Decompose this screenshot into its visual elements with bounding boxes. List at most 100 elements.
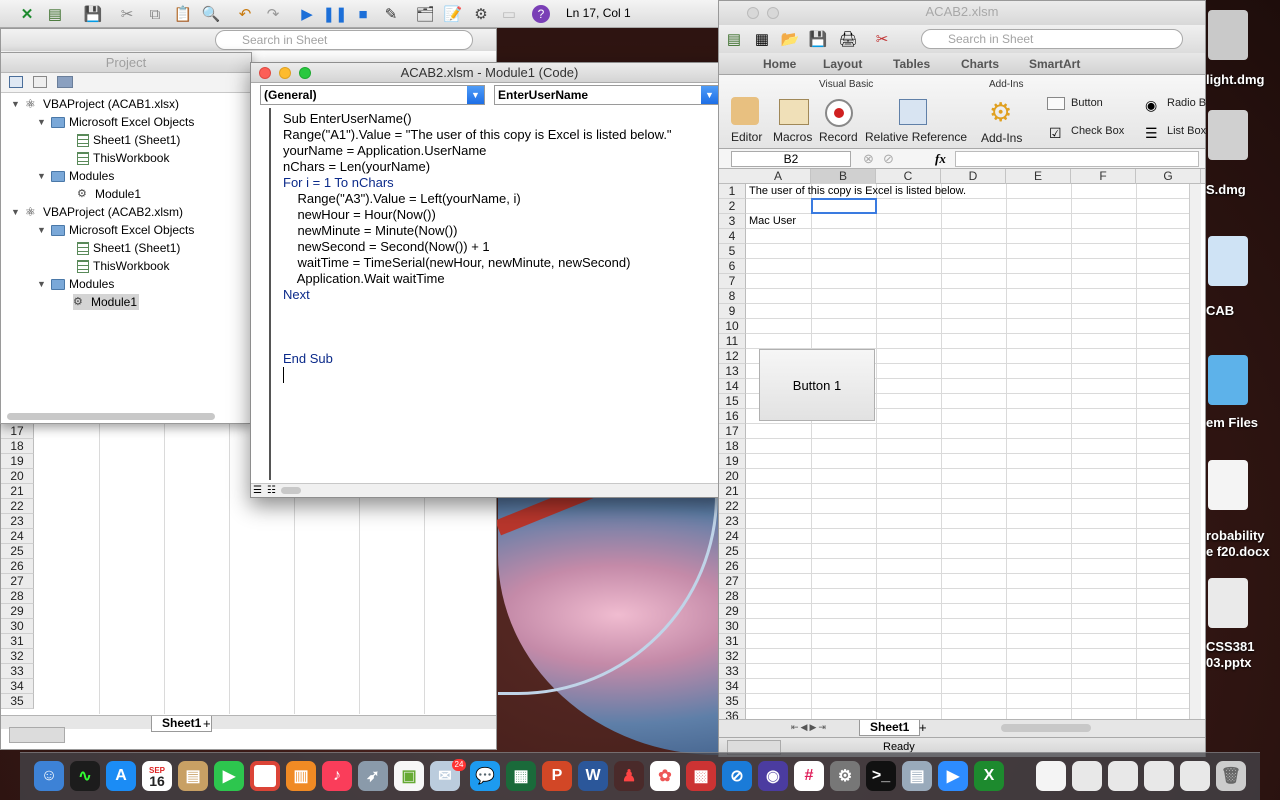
row-header[interactable]: 18	[719, 439, 746, 454]
row-header[interactable]: 35	[1, 694, 34, 709]
tree-folder-objects[interactable]: ▼ Microsoft Excel Objects	[37, 222, 194, 238]
document-stack-icon[interactable]	[1180, 761, 1210, 791]
code-line[interactable]: For i = 1 To nChars	[283, 175, 394, 190]
cell-a1[interactable]: The user of this copy is Excel is listed…	[749, 185, 966, 197]
properties-icon[interactable]: 📝	[442, 3, 464, 25]
column-header[interactable]: A	[746, 169, 811, 184]
facetime-icon[interactable]: ▶	[214, 761, 244, 791]
addins-gear-icon[interactable]: ⚙	[989, 97, 1017, 127]
addins-button[interactable]: Add-Ins	[981, 131, 1022, 145]
object-browser-icon[interactable]: ⚙	[470, 3, 492, 25]
add-sheet-button[interactable]: +	[203, 716, 211, 731]
row-header[interactable]: 33	[1, 664, 34, 679]
desktop-label[interactable]: e f20.docx	[1206, 544, 1270, 559]
help-icon[interactable]: ?	[532, 5, 550, 23]
paste-icon[interactable]: 📋	[172, 3, 194, 25]
tree-thisworkbook[interactable]: ThisWorkbook	[77, 258, 169, 274]
redo-icon[interactable]: ↷	[262, 3, 284, 25]
document-stack-icon[interactable]	[1072, 761, 1102, 791]
row-header[interactable]: 7	[719, 274, 746, 289]
activity-monitor-icon[interactable]: ∿	[70, 761, 100, 791]
excel-icon[interactable]: ✕	[16, 3, 38, 25]
row-header[interactable]: 22	[719, 499, 746, 514]
photo-booth-icon[interactable]: ▩	[686, 761, 716, 791]
insert-module-icon[interactable]: ▤	[44, 3, 66, 25]
code-line[interactable]: Sub EnterUserName()	[283, 111, 412, 126]
row-header[interactable]: 24	[719, 529, 746, 544]
horizontal-scrollbar[interactable]	[1001, 724, 1091, 732]
column-header[interactable]: B	[811, 169, 876, 184]
calendar-icon[interactable]: SEP 16	[142, 761, 172, 791]
row-header[interactable]: 26	[1, 559, 34, 574]
zoom-window-button[interactable]	[747, 7, 759, 19]
word-icon[interactable]: W	[578, 761, 608, 791]
view-toggle[interactable]	[9, 727, 65, 743]
launchpad-icon[interactable]: ➶	[358, 761, 388, 791]
row-header[interactable]: 12	[719, 349, 746, 364]
project-explorer-icon[interactable]: 🗂	[414, 3, 436, 25]
cut-icon[interactable]: ✂	[116, 3, 138, 25]
code-line[interactable]: newMinute = Minute(Now())	[283, 223, 457, 238]
design-mode-icon[interactable]: ✎	[380, 3, 402, 25]
column-header[interactable]: E	[1006, 169, 1071, 184]
desktop-label[interactable]: CSS381	[1206, 639, 1254, 654]
contacts-icon[interactable]: ▤	[178, 761, 208, 791]
desktop-label[interactable]: 03.pptx	[1206, 655, 1252, 670]
row-header[interactable]: 1	[719, 184, 746, 199]
document-stack-icon[interactable]	[1108, 761, 1138, 791]
save-icon[interactable]: 💾	[82, 3, 104, 25]
worksheet-grid[interactable]: 1 2 3 4 5 6 7 8 9 10 11 12 13 14 15 16 17 18 19 20 21 22 23 24 2…	[719, 184, 1205, 724]
tree-module1[interactable]: ⚙ Module1	[77, 186, 141, 202]
tab-tables[interactable]: Tables	[893, 57, 930, 71]
checkbox-control-label[interactable]: Check Box	[1071, 125, 1124, 137]
code-line[interactable]: waitTime = TimeSerial(newHour, newMinute…	[283, 255, 630, 270]
row-header[interactable]: 24	[1, 529, 34, 544]
radio-control-label[interactable]: Radio B	[1167, 97, 1206, 109]
row-header[interactable]: 3	[719, 214, 746, 229]
row-header[interactable]: 25	[719, 544, 746, 559]
function-icon[interactable]: fx	[935, 151, 946, 167]
tab-charts[interactable]: Charts	[961, 57, 999, 71]
row-header[interactable]: 29	[1, 604, 34, 619]
excel-icon[interactable]: X	[974, 761, 1004, 791]
dmg-file-icon[interactable]	[1208, 110, 1248, 160]
tab-smartart[interactable]: SmartArt	[1029, 57, 1080, 71]
row-header[interactable]: 29	[719, 604, 746, 619]
row-header[interactable]: 16	[719, 409, 746, 424]
code-line[interactable]: Range("A1").Value = "The user of this co…	[283, 127, 672, 142]
trash-icon[interactable]: 🗑	[1216, 761, 1246, 791]
vertical-scrollbar[interactable]	[1189, 184, 1201, 719]
sheet-nav-icons[interactable]: ⇤◀▶⇥	[791, 722, 828, 733]
form-button[interactable]: Button 1	[759, 349, 875, 421]
open-icon[interactable]: 📂	[779, 28, 801, 50]
disclosure-icon[interactable]: ▼	[37, 225, 47, 235]
procedure-view-icon[interactable]: ☰	[253, 485, 262, 496]
row-header[interactable]: 5	[719, 244, 746, 259]
code-line[interactable]: nChars = Len(yourName)	[283, 159, 430, 174]
tab-layout[interactable]: Layout	[823, 57, 862, 71]
row-header[interactable]: 11	[719, 334, 746, 349]
undo-icon[interactable]: ↶	[234, 3, 256, 25]
row-header[interactable]: 19	[719, 454, 746, 469]
listbox-control-icon[interactable]: ☰	[1145, 125, 1158, 142]
button-control-icon[interactable]	[1047, 97, 1065, 110]
procedure-dropdown[interactable]: EnterUserName ▼	[494, 85, 719, 105]
tree-folder-modules[interactable]: ▼ Modules	[37, 276, 114, 292]
editor-button[interactable]: Editor	[731, 130, 762, 144]
messages-icon[interactable]: 💬	[470, 761, 500, 791]
row-header[interactable]: 2	[719, 199, 746, 214]
row-header[interactable]: 9	[719, 304, 746, 319]
horizontal-scrollbar[interactable]	[281, 487, 301, 494]
system-preferences-icon[interactable]: ⚙	[830, 761, 860, 791]
row-header[interactable]: 27	[719, 574, 746, 589]
row-header[interactable]: 20	[1, 469, 34, 484]
checkbox-control-icon[interactable]: ☑	[1049, 125, 1062, 142]
disclosure-icon[interactable]: ▼	[37, 171, 47, 181]
name-box[interactable]: B2	[731, 151, 851, 167]
toggle-folders-icon[interactable]	[57, 76, 73, 88]
print-icon[interactable]: 🖨	[837, 28, 859, 50]
powerpoint-icon[interactable]: P	[542, 761, 572, 791]
tree-folder-modules[interactable]: ▼ Modules	[37, 168, 114, 184]
find-icon[interactable]: 🔍	[200, 3, 222, 25]
row-header[interactable]: 28	[719, 589, 746, 604]
